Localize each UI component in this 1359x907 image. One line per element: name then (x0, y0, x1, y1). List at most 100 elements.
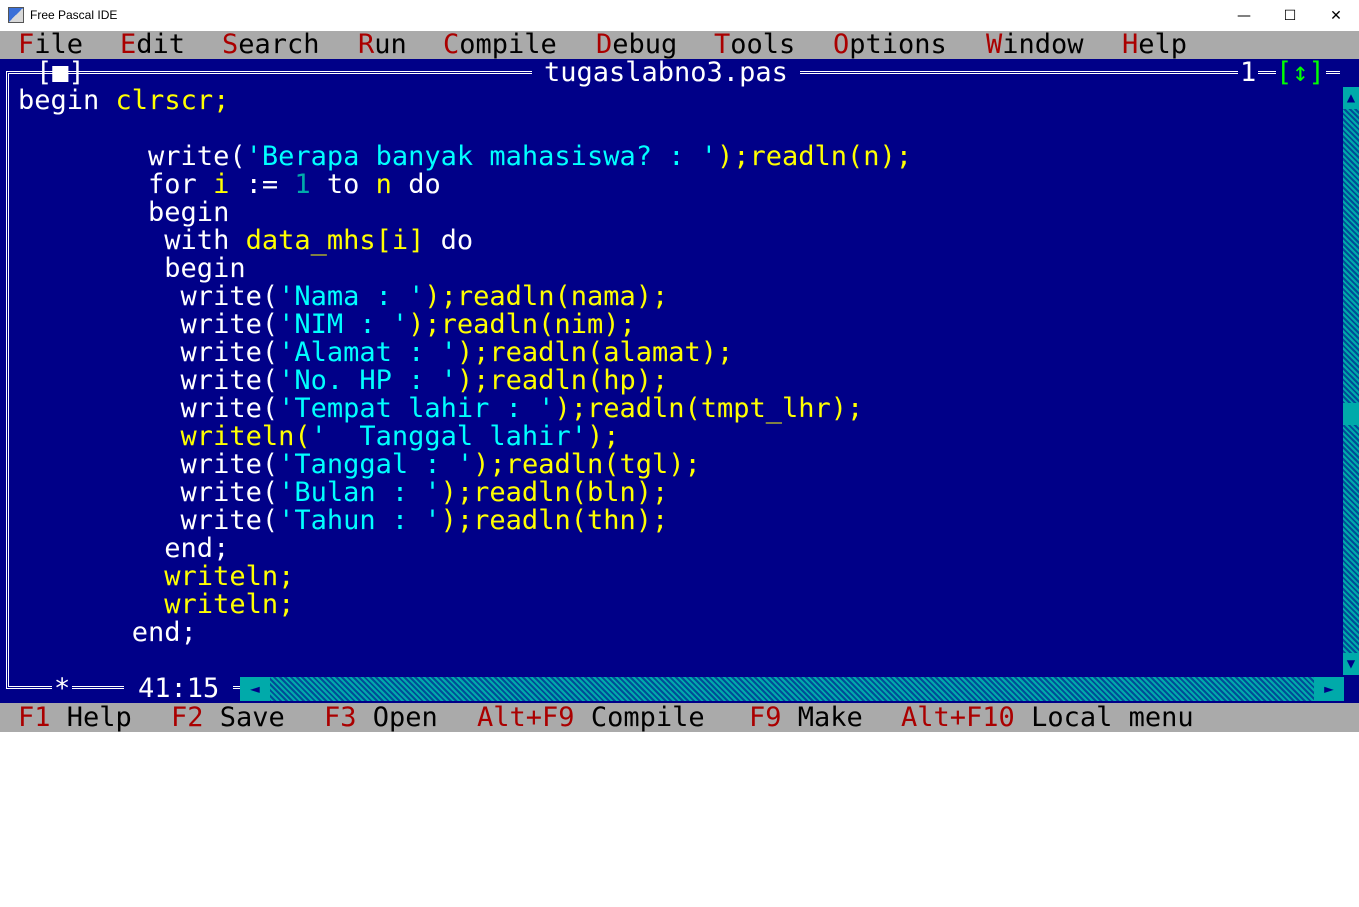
status-save[interactable]: F2 Save (171, 703, 285, 732)
editor-filename: tugaslabno3.pas (532, 59, 800, 87)
scroll-down-icon[interactable]: ▼ (1343, 653, 1359, 675)
menu-run[interactable]: Run (358, 31, 407, 59)
code-token: 'Berapa banyak mahasiswa? : ' (245, 141, 717, 172)
code-token: );readln(n); (716, 141, 913, 172)
code-line[interactable]: write('NIM : ');readln(nim); (18, 311, 1340, 339)
code-line[interactable]: writeln(' Tanggal lahir'); (18, 423, 1340, 451)
code-token: write( (18, 141, 246, 172)
code-line[interactable]: write('Tempat lahir : ');readln(tmpt_lhr… (18, 395, 1340, 423)
code-line[interactable]: begin (18, 255, 1340, 283)
vertical-scroll-thumb[interactable] (1343, 403, 1359, 425)
code-token: 'Nama : ' (278, 281, 425, 312)
code-token: );readln(nim); (408, 309, 636, 340)
menu-debug[interactable]: Debug (596, 31, 677, 59)
code-token: );readln(nama); (424, 281, 669, 312)
scroll-left-icon[interactable]: ◄ (240, 677, 270, 701)
code-token: write( (18, 337, 279, 368)
app-icon (8, 7, 24, 23)
menu-help[interactable]: Help (1122, 31, 1187, 59)
code-token: 1 (294, 169, 311, 200)
code-line[interactable]: write('Tahun : ');readln(thn); (18, 507, 1340, 535)
zoom-icon: [↕] (1276, 57, 1325, 88)
code-token: with (18, 225, 246, 256)
cursor-position: 41:15 (124, 675, 234, 703)
code-line[interactable]: write('Nama : ');readln(nama); (18, 283, 1340, 311)
code-token: write( (18, 477, 279, 508)
status-compile[interactable]: Alt+F9 Compile (477, 703, 705, 732)
code-line[interactable]: begin (18, 199, 1340, 227)
code-token: ' Tanggal lahir' (310, 421, 587, 452)
code-line[interactable]: for i := 1 to n do (18, 171, 1340, 199)
code-token: end; (18, 533, 230, 564)
menu-options[interactable]: Options (833, 31, 947, 59)
code-token: 'Bulan : ' (278, 477, 441, 508)
code-token: 'Alamat : ' (278, 337, 457, 368)
code-token: );readln(tmpt_lhr); (554, 393, 864, 424)
code-line[interactable]: begin clrscr; (18, 87, 1340, 115)
editor-close-box[interactable]: [■] (36, 59, 85, 86)
menu-search[interactable]: Search (222, 31, 320, 59)
menu-bar: File Edit Search Run Compile Debug Tools… (0, 31, 1359, 59)
code-token: begin (18, 197, 230, 228)
scroll-right-icon[interactable]: ► (1314, 677, 1344, 701)
vertical-scrollbar[interactable]: ▲ ▼ (1343, 87, 1359, 675)
editor-bottom-border: * 41:15 ◄ ► (0, 675, 1359, 703)
code-token: end; (18, 617, 197, 648)
menu-tools[interactable]: Tools (714, 31, 795, 59)
code-token: write( (18, 449, 279, 480)
code-token: write( (18, 309, 279, 340)
modified-marker: * (52, 673, 73, 704)
code-line[interactable]: write('Berapa banyak mahasiswa? : ');rea… (18, 143, 1340, 171)
minimize-button[interactable]: — (1221, 0, 1267, 31)
status-open[interactable]: F3 Open (324, 703, 438, 732)
code-token: writeln; (18, 589, 295, 620)
menu-file[interactable]: File (18, 31, 83, 59)
code-token: do (391, 169, 441, 200)
code-token: 'No. HP : ' (278, 365, 457, 396)
window-title: Free Pascal IDE (30, 8, 118, 22)
window-number: 1 (1238, 57, 1259, 88)
code-token: := (229, 169, 295, 200)
code-token: begin (18, 87, 116, 116)
code-line[interactable]: write('Bulan : ');readln(bln); (18, 479, 1340, 507)
code-token: to (310, 169, 376, 200)
code-token: data_mhs[i] (245, 225, 425, 256)
menu-compile[interactable]: Compile (443, 31, 557, 59)
code-token: 'Tempat lahir : ' (278, 393, 555, 424)
status-help[interactable]: F1 Help (18, 703, 132, 732)
maximize-button[interactable]: ☐ (1267, 0, 1313, 31)
code-token: );readln(tgl); (473, 449, 701, 480)
code-token: 'NIM : ' (278, 309, 409, 340)
code-token: n (375, 169, 392, 200)
code-area[interactable]: begin clrscr; write('Berapa banyak mahas… (18, 87, 1340, 675)
code-token: writeln( (18, 421, 311, 452)
code-token: );readln(thn); (440, 505, 669, 536)
code-line[interactable]: writeln; (18, 591, 1340, 619)
code-line[interactable]: end; (18, 619, 1340, 647)
code-token: clrscr; (115, 87, 230, 116)
menu-edit[interactable]: Edit (120, 31, 185, 59)
code-token: );readln(hp); (456, 365, 669, 396)
code-token: do (424, 225, 474, 256)
code-token: for (18, 169, 214, 200)
status-local-menu[interactable]: Alt+F10 Local menu (901, 703, 1194, 732)
code-line[interactable]: write('No. HP : ');readln(hp); (18, 367, 1340, 395)
code-line[interactable] (18, 115, 1340, 143)
status-make[interactable]: F9 Make (749, 703, 863, 732)
code-token: writeln; (18, 561, 295, 592)
code-line[interactable]: write('Tanggal : ');readln(tgl); (18, 451, 1340, 479)
zoom-box[interactable]: [↕] (1276, 59, 1326, 87)
code-token: write( (18, 505, 279, 536)
status-line: F1 Help F2 Save F3 Open Alt+F9 Compile F… (0, 703, 1359, 732)
code-line[interactable]: writeln; (18, 563, 1340, 591)
code-line[interactable]: end; (18, 535, 1340, 563)
code-line[interactable]: with data_mhs[i] do (18, 227, 1340, 255)
close-button[interactable]: ✕ (1313, 0, 1359, 31)
editor-window: [■] tugaslabno3.pas 1 [↕] begin clrscr; … (0, 59, 1359, 703)
menu-window[interactable]: Window (986, 31, 1084, 59)
editor-top-border: [■] tugaslabno3.pas 1 [↕] (0, 59, 1359, 87)
scroll-up-icon[interactable]: ▲ (1343, 87, 1359, 109)
code-token: write( (18, 281, 279, 312)
horizontal-scrollbar[interactable]: ◄ ► (240, 677, 1344, 701)
code-line[interactable]: write('Alamat : ');readln(alamat); (18, 339, 1340, 367)
